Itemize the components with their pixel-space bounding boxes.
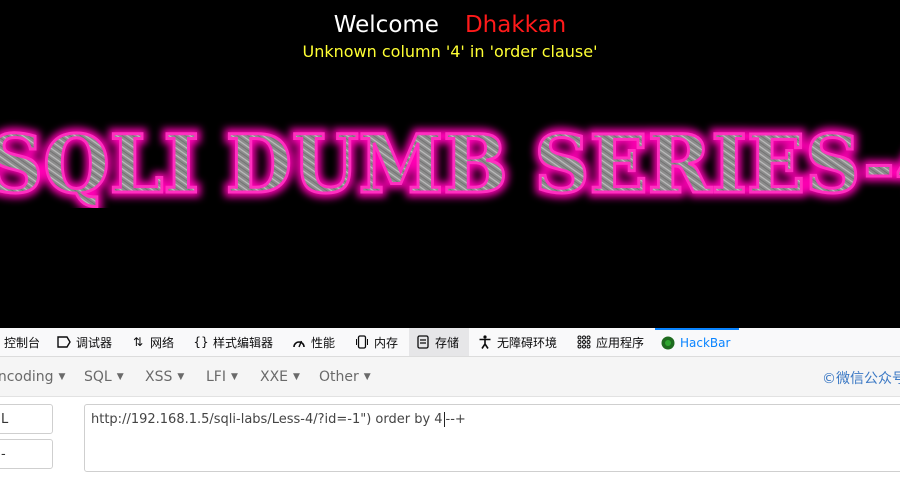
network-icon: ⇅ bbox=[132, 335, 144, 349]
button-label: - bbox=[1, 446, 6, 462]
menu-label: XXE bbox=[260, 368, 289, 385]
menu-lfi[interactable]: LFI ▼ bbox=[206, 357, 238, 396]
split-url-button[interactable]: - bbox=[0, 439, 53, 469]
button-label: L bbox=[1, 411, 9, 427]
tab-style-editor[interactable]: {} 样式编辑器 bbox=[193, 328, 274, 356]
tab-label: HackBar bbox=[680, 336, 731, 350]
menu-label: LFI bbox=[206, 368, 226, 385]
banner-svg: SQLI DUMB SERIES-4 SQLI DUMB SERIES-4 bbox=[0, 118, 900, 208]
caret-down-icon: ▼ bbox=[293, 371, 300, 382]
tab-performance[interactable]: 性能 bbox=[292, 328, 335, 356]
performance-icon bbox=[292, 335, 306, 349]
menu-label: Encoding bbox=[0, 368, 54, 385]
memory-icon bbox=[355, 335, 369, 349]
tab-label: 调试器 bbox=[76, 335, 113, 350]
error-message: Unknown column '4' in 'order clause' bbox=[302, 42, 598, 61]
menu-sql[interactable]: SQL ▼ bbox=[84, 357, 124, 396]
welcome-line: Welcome Dhakkan bbox=[0, 12, 900, 38]
watermark-text: ©微信公众号 bbox=[822, 371, 900, 387]
tab-hackbar[interactable]: HackBar bbox=[655, 328, 739, 356]
tab-network[interactable]: ⇅ 网络 bbox=[131, 328, 174, 356]
hackbar-menu: Encoding ▼ SQL ▼ XSS ▼ LFI ▼ XXE ▼ Other ▼ ©微信… bbox=[0, 357, 900, 397]
caret-down-icon: ▼ bbox=[363, 371, 371, 382]
application-icon bbox=[577, 335, 591, 349]
url-textarea[interactable]: http://192.168.1.5/sqli-labs/Less-4/?id=… bbox=[84, 404, 900, 472]
tab-debugger[interactable]: 调试器 bbox=[57, 328, 112, 356]
tab-accessibility[interactable]: 无障碍环境 bbox=[478, 328, 557, 356]
menu-encoding[interactable]: Encoding ▼ bbox=[0, 357, 65, 396]
tab-console[interactable]: 控制台 bbox=[4, 328, 40, 356]
hackbar-body: L - http://192.168.1.5/sqli-labs/Less-4/… bbox=[0, 397, 900, 480]
tab-label: 应用程序 bbox=[596, 335, 645, 350]
storage-icon bbox=[416, 335, 430, 349]
caret-down-icon: ▼ bbox=[177, 371, 185, 382]
url-text-after-cursor: --+ bbox=[445, 412, 466, 427]
accessibility-icon bbox=[478, 335, 492, 349]
tab-label: 无障碍环境 bbox=[497, 335, 558, 350]
debugger-icon bbox=[57, 335, 71, 349]
tab-application[interactable]: 应用程序 bbox=[577, 328, 644, 356]
caret-down-icon: ▼ bbox=[116, 371, 124, 382]
welcome-text: Welcome bbox=[333, 12, 439, 38]
banner-text: SQLI DUMB SERIES-4 bbox=[0, 118, 900, 208]
caret-down-icon: ▼ bbox=[230, 371, 238, 382]
tab-label: 控制台 bbox=[4, 335, 41, 350]
style-editor-icon: {} bbox=[193, 335, 209, 349]
page-viewport: Welcome Dhakkan Unknown column '4' in 'or… bbox=[0, 0, 900, 328]
tab-memory[interactable]: 内存 bbox=[355, 328, 398, 356]
hackbar-icon bbox=[661, 336, 675, 350]
menu-label: Other bbox=[319, 368, 359, 385]
menu-xss[interactable]: XSS ▼ bbox=[145, 357, 184, 396]
url-text-before-cursor: http://192.168.1.5/sqli-labs/Less-4/?id=… bbox=[91, 412, 443, 427]
caret-down-icon: ▼ bbox=[58, 371, 66, 382]
tab-storage[interactable]: 存储 bbox=[409, 328, 469, 356]
tab-label: 存储 bbox=[435, 335, 460, 350]
menu-other[interactable]: Other ▼ bbox=[319, 357, 371, 396]
menu-xxe[interactable]: XXE ▼ bbox=[260, 357, 300, 396]
tab-label: 性能 bbox=[311, 335, 336, 350]
load-url-button[interactable]: L bbox=[0, 404, 53, 434]
text-cursor bbox=[443, 412, 445, 427]
menu-label: XSS bbox=[145, 368, 173, 385]
banner-graphic: SQLI DUMB SERIES-4 SQLI DUMB SERIES-4 bbox=[0, 118, 900, 208]
menu-label: SQL bbox=[84, 368, 112, 385]
tab-label: 内存 bbox=[374, 335, 399, 350]
devtools-toolbar: 控制台 调试器 ⇅ 网络 {} 样式编辑器 性能 内存 存储 无障碍环境 应用程… bbox=[0, 328, 900, 357]
username-text: Dhakkan bbox=[464, 12, 567, 38]
tab-label: 网络 bbox=[150, 335, 175, 350]
tab-label: 样式编辑器 bbox=[213, 335, 274, 350]
